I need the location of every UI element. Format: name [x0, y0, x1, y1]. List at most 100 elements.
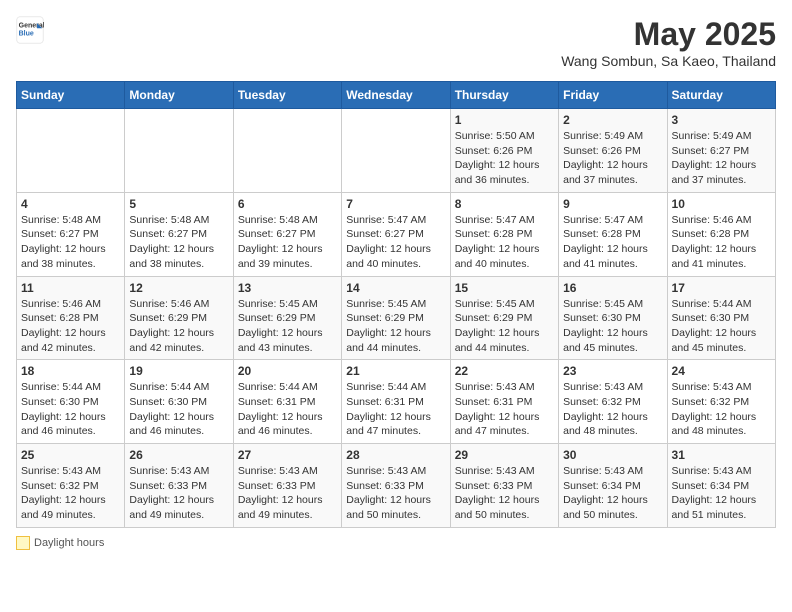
calendar-title: May 2025 [561, 16, 776, 53]
day-number: 10 [672, 197, 771, 211]
day-info: Sunrise: 5:45 AM Sunset: 6:30 PM Dayligh… [563, 297, 662, 356]
day-info: Sunrise: 5:43 AM Sunset: 6:34 PM Dayligh… [563, 464, 662, 523]
day-cell: 31 Sunrise: 5:43 AM Sunset: 6:34 PM Dayli… [667, 444, 775, 528]
day-cell: 4 Sunrise: 5:48 AM Sunset: 6:27 PM Daylig… [17, 192, 125, 276]
day-number: 24 [672, 364, 771, 378]
week-row-4: 18 Sunrise: 5:44 AM Sunset: 6:30 PM Dayli… [17, 360, 776, 444]
day-cell: 5 Sunrise: 5:48 AM Sunset: 6:27 PM Daylig… [125, 192, 233, 276]
logo: General Blue [16, 16, 44, 44]
day-number: 30 [563, 448, 662, 462]
day-number: 5 [129, 197, 228, 211]
day-number: 2 [563, 113, 662, 127]
page-header: General Blue May 2025 Wang Sombun, Sa Ka… [16, 16, 776, 69]
day-number: 9 [563, 197, 662, 211]
day-cell: 22 Sunrise: 5:43 AM Sunset: 6:31 PM Dayli… [450, 360, 558, 444]
day-info: Sunrise: 5:45 AM Sunset: 6:29 PM Dayligh… [346, 297, 445, 356]
day-info: Sunrise: 5:44 AM Sunset: 6:31 PM Dayligh… [238, 380, 337, 439]
day-info: Sunrise: 5:43 AM Sunset: 6:32 PM Dayligh… [563, 380, 662, 439]
day-info: Sunrise: 5:43 AM Sunset: 6:32 PM Dayligh… [21, 464, 120, 523]
svg-text:General: General [19, 22, 44, 29]
day-cell: 18 Sunrise: 5:44 AM Sunset: 6:30 PM Dayli… [17, 360, 125, 444]
day-info: Sunrise: 5:43 AM Sunset: 6:31 PM Dayligh… [455, 380, 554, 439]
day-number: 6 [238, 197, 337, 211]
day-info: Sunrise: 5:48 AM Sunset: 6:27 PM Dayligh… [21, 213, 120, 272]
day-cell: 3 Sunrise: 5:49 AM Sunset: 6:27 PM Daylig… [667, 109, 775, 193]
day-cell [342, 109, 450, 193]
logo-icon: General Blue [16, 16, 44, 44]
header-cell-tuesday: Tuesday [233, 82, 341, 109]
day-cell: 23 Sunrise: 5:43 AM Sunset: 6:32 PM Dayli… [559, 360, 667, 444]
day-cell [233, 109, 341, 193]
day-cell: 26 Sunrise: 5:43 AM Sunset: 6:33 PM Dayli… [125, 444, 233, 528]
day-cell: 14 Sunrise: 5:45 AM Sunset: 6:29 PM Dayli… [342, 276, 450, 360]
day-number: 26 [129, 448, 228, 462]
day-cell [125, 109, 233, 193]
header-cell-thursday: Thursday [450, 82, 558, 109]
day-number: 27 [238, 448, 337, 462]
day-info: Sunrise: 5:49 AM Sunset: 6:27 PM Dayligh… [672, 129, 771, 188]
day-info: Sunrise: 5:45 AM Sunset: 6:29 PM Dayligh… [455, 297, 554, 356]
day-cell: 12 Sunrise: 5:46 AM Sunset: 6:29 PM Dayli… [125, 276, 233, 360]
day-cell: 1Sunrise: 5:50 AM Sunset: 6:26 PM Daylig… [450, 109, 558, 193]
day-number: 19 [129, 364, 228, 378]
day-number: 25 [21, 448, 120, 462]
day-info: Sunrise: 5:44 AM Sunset: 6:30 PM Dayligh… [21, 380, 120, 439]
day-info: Sunrise: 5:43 AM Sunset: 6:34 PM Dayligh… [672, 464, 771, 523]
day-number: 23 [563, 364, 662, 378]
calendar-table: SundayMondayTuesdayWednesdayThursdayFrid… [16, 81, 776, 528]
header-cell-monday: Monday [125, 82, 233, 109]
day-number: 17 [672, 281, 771, 295]
day-info: Sunrise: 5:43 AM Sunset: 6:33 PM Dayligh… [129, 464, 228, 523]
day-number: 15 [455, 281, 554, 295]
day-number: 31 [672, 448, 771, 462]
day-number: 14 [346, 281, 445, 295]
day-cell: 13Sunrise: 5:45 AM Sunset: 6:29 PM Dayli… [233, 276, 341, 360]
day-info: Sunrise: 5:43 AM Sunset: 6:32 PM Dayligh… [672, 380, 771, 439]
day-cell: 2Sunrise: 5:49 AM Sunset: 6:26 PM Daylig… [559, 109, 667, 193]
day-info: Sunrise: 5:44 AM Sunset: 6:30 PM Dayligh… [129, 380, 228, 439]
day-info: Sunrise: 5:46 AM Sunset: 6:28 PM Dayligh… [672, 213, 771, 272]
day-number: 8 [455, 197, 554, 211]
day-number: 22 [455, 364, 554, 378]
day-cell: 6 Sunrise: 5:48 AM Sunset: 6:27 PM Daylig… [233, 192, 341, 276]
day-number: 18 [21, 364, 120, 378]
day-number: 16 [563, 281, 662, 295]
day-cell: 21Sunrise: 5:44 AM Sunset: 6:31 PM Dayli… [342, 360, 450, 444]
day-info: Sunrise: 5:48 AM Sunset: 6:27 PM Dayligh… [238, 213, 337, 272]
calendar-subtitle: Wang Sombun, Sa Kaeo, Thailand [561, 53, 776, 69]
day-info: Sunrise: 5:44 AM Sunset: 6:30 PM Dayligh… [672, 297, 771, 356]
day-info: Sunrise: 5:48 AM Sunset: 6:27 PM Dayligh… [129, 213, 228, 272]
day-number: 28 [346, 448, 445, 462]
day-cell: 9 Sunrise: 5:47 AM Sunset: 6:28 PM Daylig… [559, 192, 667, 276]
day-number: 11 [21, 281, 120, 295]
title-block: May 2025 Wang Sombun, Sa Kaeo, Thailand [561, 16, 776, 69]
day-info: Sunrise: 5:46 AM Sunset: 6:29 PM Dayligh… [129, 297, 228, 356]
day-cell: 28 Sunrise: 5:43 AM Sunset: 6:33 PM Dayli… [342, 444, 450, 528]
day-cell [17, 109, 125, 193]
day-number: 29 [455, 448, 554, 462]
day-cell: 17 Sunrise: 5:44 AM Sunset: 6:30 PM Dayli… [667, 276, 775, 360]
header-cell-sunday: Sunday [17, 82, 125, 109]
day-cell: 10 Sunrise: 5:46 AM Sunset: 6:28 PM Dayli… [667, 192, 775, 276]
day-cell: 16 Sunrise: 5:45 AM Sunset: 6:30 PM Dayli… [559, 276, 667, 360]
day-number: 7 [346, 197, 445, 211]
header-cell-friday: Friday [559, 82, 667, 109]
week-row-2: 4 Sunrise: 5:48 AM Sunset: 6:27 PM Daylig… [17, 192, 776, 276]
day-cell: 30 Sunrise: 5:43 AM Sunset: 6:34 PM Dayli… [559, 444, 667, 528]
svg-text:Blue: Blue [19, 30, 34, 37]
day-number: 12 [129, 281, 228, 295]
day-cell: 11 Sunrise: 5:46 AM Sunset: 6:28 PM Dayli… [17, 276, 125, 360]
day-cell: 29Sunrise: 5:43 AM Sunset: 6:33 PM Dayli… [450, 444, 558, 528]
header-cell-saturday: Saturday [667, 82, 775, 109]
day-info: Sunrise: 5:46 AM Sunset: 6:28 PM Dayligh… [21, 297, 120, 356]
day-number: 3 [672, 113, 771, 127]
day-info: Sunrise: 5:43 AM Sunset: 6:33 PM Dayligh… [238, 464, 337, 523]
week-row-1: 1Sunrise: 5:50 AM Sunset: 6:26 PM Daylig… [17, 109, 776, 193]
day-cell: 24 Sunrise: 5:43 AM Sunset: 6:32 PM Dayli… [667, 360, 775, 444]
day-info: Sunrise: 5:47 AM Sunset: 6:28 PM Dayligh… [563, 213, 662, 272]
day-number: 20 [238, 364, 337, 378]
day-number: 4 [21, 197, 120, 211]
week-row-3: 11 Sunrise: 5:46 AM Sunset: 6:28 PM Dayli… [17, 276, 776, 360]
day-info: Sunrise: 5:43 AM Sunset: 6:33 PM Dayligh… [346, 464, 445, 523]
day-cell: 25 Sunrise: 5:43 AM Sunset: 6:32 PM Dayli… [17, 444, 125, 528]
